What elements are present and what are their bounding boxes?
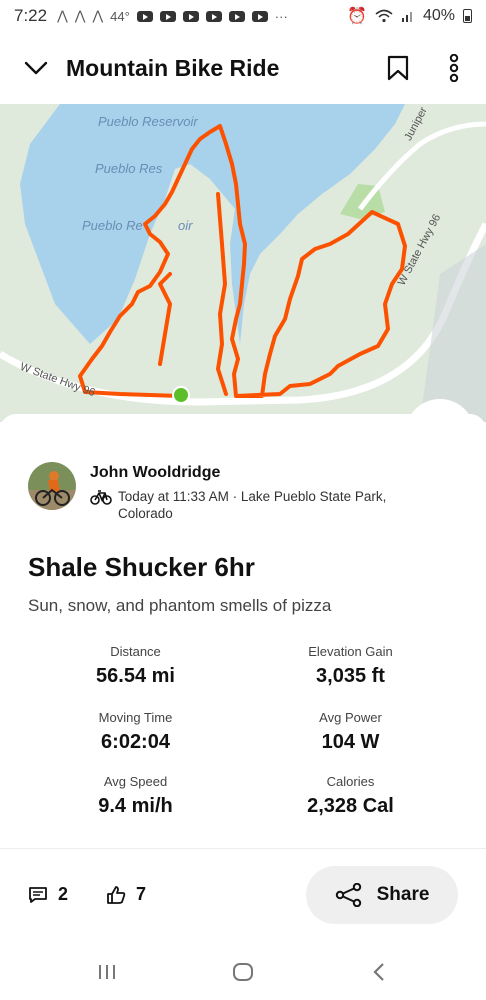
athlete-header[interactable]: John Wooldridge Today at 11:33 AM · Lake… (28, 462, 418, 522)
temperature-text: 44° (110, 8, 130, 24)
recent-apps-icon (99, 965, 115, 979)
back-button[interactable] (12, 44, 60, 92)
water-label: Pueblo Re (82, 218, 143, 233)
system-icons: ⏰ 40% (347, 6, 472, 26)
comment-icon (29, 886, 47, 903)
chevron-down-icon (24, 61, 48, 75)
youtube-icon (136, 10, 153, 22)
stat-value: 104 W (321, 731, 380, 753)
notification-icon: ⋀ (92, 8, 104, 23)
stat-value: 2,328 Cal (307, 795, 394, 817)
android-nav-bar (0, 944, 486, 1000)
home-icon (233, 963, 253, 981)
athlete-name[interactable]: John Wooldridge (90, 462, 418, 484)
more-options-button[interactable] (432, 46, 476, 90)
bookmark-button[interactable] (376, 46, 420, 90)
water-label: oir (178, 218, 193, 233)
stat-label: Moving Time (98, 710, 173, 725)
comments-button[interactable]: 2 (28, 884, 68, 905)
youtube-icon (205, 10, 222, 22)
home-button[interactable] (228, 960, 258, 984)
kudos-button[interactable]: 7 (106, 884, 146, 905)
back-icon (373, 963, 384, 981)
start-marker (172, 386, 190, 404)
youtube-icon (159, 10, 176, 22)
system-back-button[interactable] (364, 960, 394, 984)
stat-label: Avg Speed (103, 774, 168, 789)
bike-icon (90, 490, 112, 505)
divider (0, 848, 486, 849)
stat-elevation-gain: Elevation Gain 3,035 ft (229, 644, 472, 688)
bookmark-icon (387, 55, 409, 81)
stat-label: Calories (326, 774, 375, 789)
share-label: Share (376, 884, 430, 905)
battery-text: 40% (422, 7, 455, 24)
share-button[interactable]: Share (306, 866, 458, 924)
stat-label: Avg Power (319, 710, 382, 725)
recent-apps-button[interactable] (92, 960, 122, 984)
youtube-icon (251, 10, 268, 22)
water-label: Pueblo Reservoir (98, 114, 198, 129)
avatar[interactable] (28, 462, 76, 510)
wifi-icon (375, 9, 393, 23)
signal-icon (401, 12, 412, 22)
route-map[interactable]: Pueblo Reservoir Pueblo Res Pueblo Re oi… (0, 104, 486, 422)
stat-avg-power: Avg Power 104 W (229, 710, 472, 754)
stat-moving-time: Moving Time 6:02:04 (14, 710, 257, 754)
stat-label: Distance (110, 644, 161, 659)
comments-count: 2 (58, 884, 69, 904)
alarm-icon: ⏰ (347, 8, 367, 25)
notification-icons: ⋀ ⋀ ⋀ 44° ··· (57, 8, 288, 24)
share-icon (335, 883, 361, 907)
youtube-icon (182, 10, 199, 22)
activity-meta: Today at 11:33 AM · Lake Pueblo State Pa… (118, 489, 387, 521)
battery-icon (463, 9, 472, 23)
top-nav: Mountain Bike Ride (0, 36, 486, 100)
thumbs-up-icon (107, 885, 126, 904)
page-title: Mountain Bike Ride (66, 54, 280, 81)
youtube-icon (228, 10, 245, 22)
stat-distance: Distance 56.54 mi (14, 644, 257, 688)
water-label: Pueblo Res (95, 161, 163, 176)
status-bar: 7:22 ⋀ ⋀ ⋀ 44° ··· ⏰ 40% (0, 0, 486, 32)
stat-calories: Calories 2,328 Cal (229, 774, 472, 818)
stat-value: 9.4 mi/h (98, 795, 173, 817)
more-vertical-icon (449, 54, 459, 82)
activity-description: Sun, snow, and phantom smells of pizza (28, 596, 332, 615)
notification-icon: ⋀ (57, 8, 68, 23)
notification-icon: ⋀ (74, 8, 86, 23)
activity-title: Shale Shucker 6hr (28, 552, 255, 582)
stat-value: 6:02:04 (101, 731, 170, 753)
stat-value: 3,035 ft (316, 665, 385, 687)
kudos-count: 7 (136, 884, 147, 904)
more-notifications: ··· (274, 8, 288, 24)
stat-avg-speed: Avg Speed 9.4 mi/h (14, 774, 257, 818)
social-actions: 2 7 Share (0, 866, 486, 926)
stat-value: 56.54 mi (96, 665, 175, 687)
stat-label: Elevation Gain (308, 644, 393, 659)
status-time: 7:22 (14, 6, 48, 25)
